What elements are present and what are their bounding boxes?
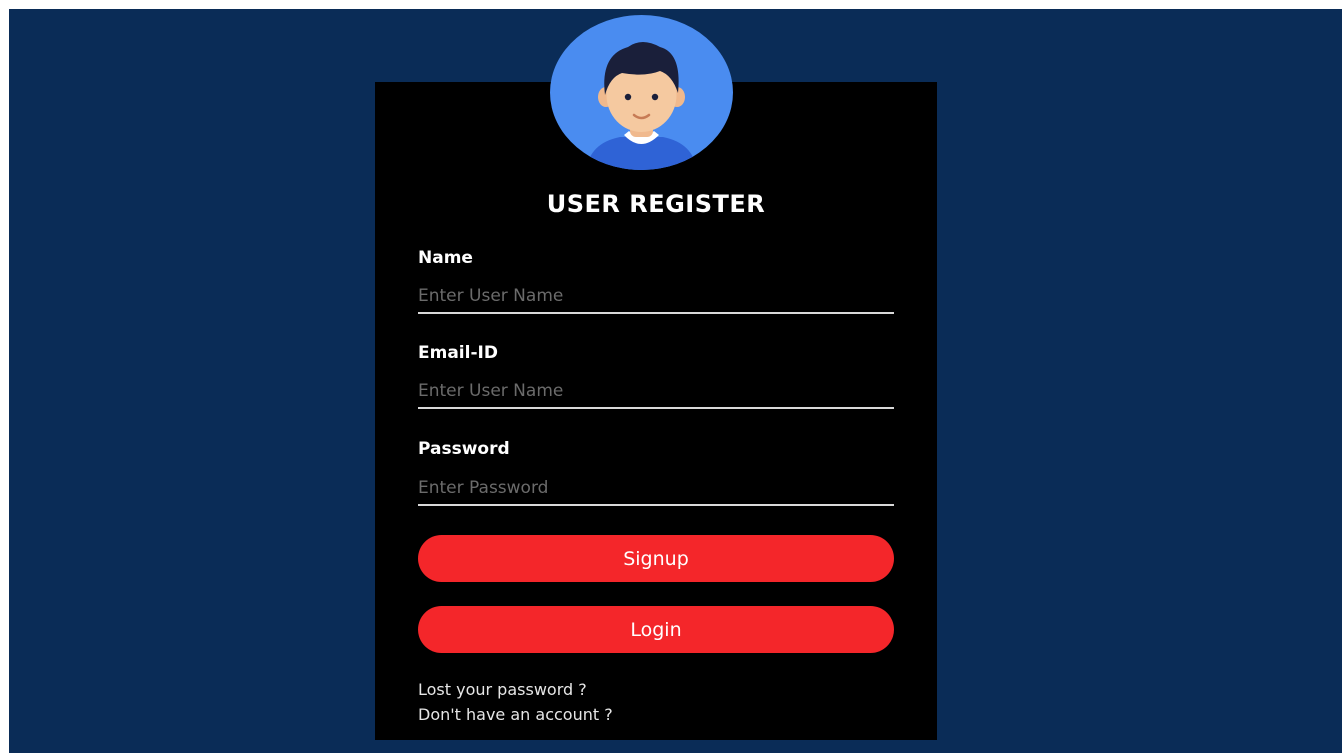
form-title: USER REGISTER bbox=[546, 190, 766, 218]
login-button[interactable]: Login bbox=[418, 606, 894, 653]
name-label: Name bbox=[418, 248, 473, 268]
user-avatar-icon bbox=[550, 15, 733, 170]
lost-password-link[interactable]: Lost your password ? bbox=[418, 680, 587, 699]
password-label: Password bbox=[418, 439, 510, 459]
no-account-link[interactable]: Don't have an account ? bbox=[418, 705, 613, 724]
name-input[interactable] bbox=[418, 280, 894, 314]
email-label: Email-ID bbox=[418, 343, 498, 363]
password-input[interactable] bbox=[418, 472, 894, 506]
email-input[interactable] bbox=[418, 375, 894, 409]
signup-button[interactable]: Signup bbox=[418, 535, 894, 582]
